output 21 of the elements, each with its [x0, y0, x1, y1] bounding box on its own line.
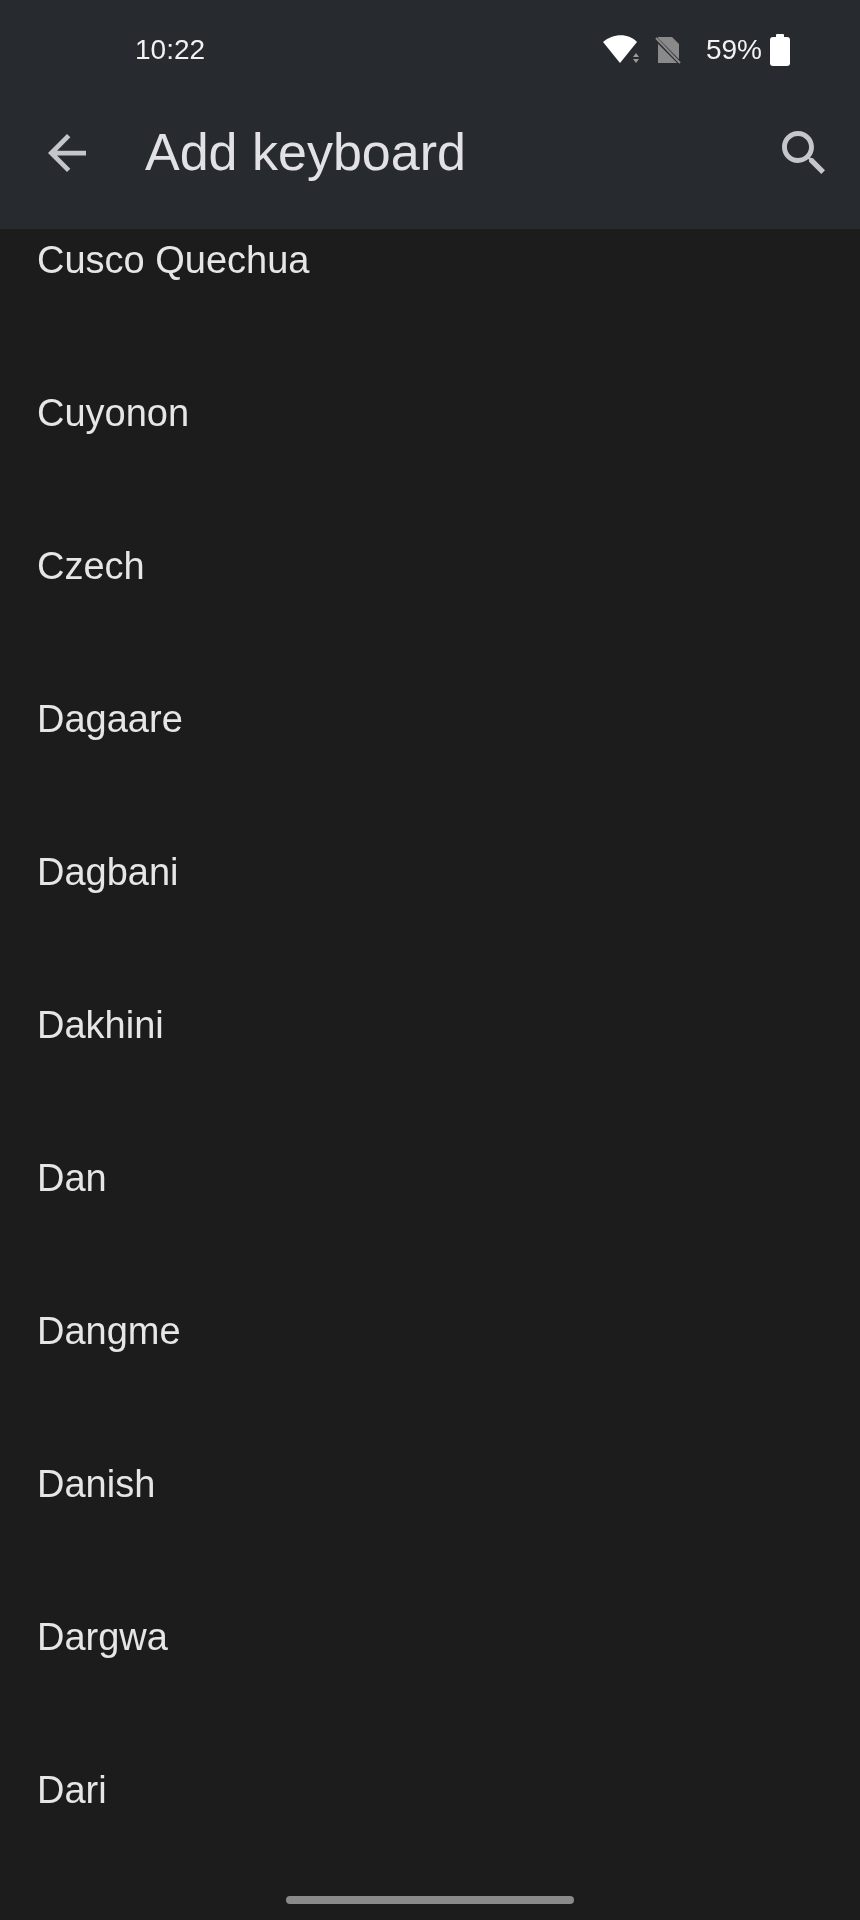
- language-item[interactable]: Cuyonon: [0, 336, 860, 489]
- back-button[interactable]: [48, 133, 86, 172]
- language-item[interactable]: Dan: [0, 1101, 860, 1254]
- language-item[interactable]: Danish: [0, 1407, 860, 1560]
- language-item[interactable]: Czech: [0, 489, 860, 642]
- no-sim-icon: [653, 35, 682, 65]
- language-item[interactable]: Dakhini: [0, 948, 860, 1101]
- search-icon: [782, 131, 825, 174]
- language-item[interactable]: Cusco Quechua: [0, 229, 860, 336]
- page-title: Add keyboard: [145, 122, 466, 183]
- status-time: 10:22: [135, 36, 206, 64]
- battery-icon: [770, 34, 790, 66]
- language-item[interactable]: Dagaare: [0, 642, 860, 795]
- language-item[interactable]: Dari: [0, 1713, 860, 1866]
- wifi-icon: [602, 35, 641, 65]
- search-button[interactable]: [782, 131, 825, 174]
- back-arrow-icon: [48, 133, 86, 172]
- language-item[interactable]: Dangme: [0, 1254, 860, 1407]
- language-item[interactable]: Dargwa: [0, 1560, 860, 1713]
- language-item[interactable]: Dagbani: [0, 795, 860, 948]
- battery-percent: 59%: [705, 36, 762, 64]
